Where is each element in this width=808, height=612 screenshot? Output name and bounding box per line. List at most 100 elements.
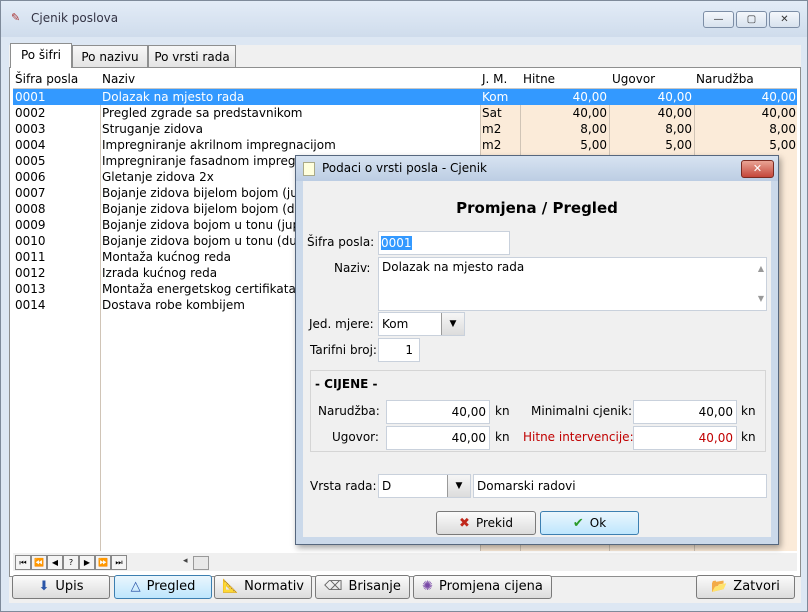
hitne-input[interactable]: 40,00 xyxy=(633,426,737,450)
header-ugovor[interactable]: Ugovor xyxy=(612,72,655,86)
jm-label: Jed. mjere: xyxy=(309,317,374,331)
vrsta-description: Domarski radovi xyxy=(473,474,767,498)
cell-sifra: 0002 xyxy=(15,106,46,120)
dialog-title-bar: Podaci o vrsti posla - Cjenik ✕ xyxy=(296,156,778,181)
header-naziv[interactable]: Naziv xyxy=(102,72,135,86)
dialog-close-button[interactable]: ✕ xyxy=(741,160,774,178)
scroll-thumb[interactable] xyxy=(193,556,209,570)
minimalni-input[interactable]: 40,00 xyxy=(633,400,737,424)
first-record-button[interactable]: ⏮ xyxy=(15,555,31,570)
ok-button[interactable]: ✔ Ok xyxy=(540,511,639,535)
table-row[interactable]: 0001 Dolazak na mjesto rada Kom 40,00 40,00 4… xyxy=(13,89,797,105)
cell-sifra: 0005 xyxy=(15,154,46,168)
ugovor-unit: kn xyxy=(495,430,510,444)
cell-narudzba: 40,00 xyxy=(761,90,796,104)
cijene-heading: - CIJENE - xyxy=(315,377,378,391)
vrsta-combobox[interactable]: D ▼ xyxy=(378,474,471,498)
cell-ugovor: 8,00 xyxy=(665,122,692,136)
horizontal-scrollbar[interactable]: ◂ xyxy=(183,556,793,570)
jm-combobox[interactable]: Kom ▼ xyxy=(378,312,465,336)
tab-po-vrsti-rada[interactable]: Po vrsti rada xyxy=(148,45,236,68)
check-icon: ✔ xyxy=(572,516,584,531)
pregled-button[interactable]: △ Pregled xyxy=(114,575,212,599)
cell-jm: m2 xyxy=(482,138,502,152)
ugovor-label: Ugovor: xyxy=(332,430,379,444)
prev-page-button[interactable]: ⏪ xyxy=(31,555,47,570)
arrow-down-icon: ⬇ xyxy=(38,579,50,594)
ugovor-input[interactable]: 40,00 xyxy=(386,426,490,450)
tarifni-input[interactable]: 1 xyxy=(378,338,420,362)
prekid-button[interactable]: ✖ Prekid xyxy=(436,511,536,535)
help-button[interactable]: ? xyxy=(63,555,79,570)
last-record-button[interactable]: ⏭ xyxy=(111,555,127,570)
header-hitne[interactable]: Hitne xyxy=(523,72,555,86)
close-button[interactable]: ✕ xyxy=(769,11,800,28)
table-row[interactable]: 0004 Impregniranje akrilnom impregnacijom… xyxy=(13,137,797,153)
next-page-button[interactable]: ⏩ xyxy=(95,555,111,570)
sparkle-icon: ✺ xyxy=(422,579,434,594)
cell-hitne: 5,00 xyxy=(580,138,607,152)
prev-record-button[interactable]: ◀ xyxy=(47,555,63,570)
cell-sifra: 0009 xyxy=(15,218,46,232)
dialog-heading: Promjena / Pregled xyxy=(456,199,618,217)
upis-button[interactable]: ⬇ Upis xyxy=(12,575,110,599)
hitne-unit: kn xyxy=(741,430,756,444)
ugovor-value: 40,00 xyxy=(451,431,486,445)
minimize-button[interactable]: — xyxy=(703,11,734,28)
table-row[interactable]: 0002 Pregled zgrade sa predstavnikom Sat 40… xyxy=(13,105,797,121)
cell-sifra: 0006 xyxy=(15,170,46,184)
cell-naziv: Pregled zgrade sa predstavnikom xyxy=(102,106,303,120)
sifra-input[interactable]: 0001 xyxy=(378,231,510,255)
vrsta-value: D xyxy=(382,479,392,493)
sifra-label: Šifra posla: xyxy=(307,235,375,249)
brisanje-button[interactable]: ⌫ Brisanje xyxy=(315,575,410,599)
normativ-button[interactable]: 📐 Normativ xyxy=(214,575,312,599)
minimalni-unit: kn xyxy=(741,404,756,418)
document-icon xyxy=(303,162,315,176)
scroll-up-icon[interactable]: ▲ xyxy=(758,260,764,278)
naziv-value: Dolazak na mjesto rada xyxy=(382,260,525,274)
cell-ugovor: 40,00 xyxy=(657,90,692,104)
eraser-icon: ⌫ xyxy=(324,579,343,594)
narudzba-label: Narudžba: xyxy=(318,404,380,418)
cell-sifra: 0014 xyxy=(15,298,46,312)
app-icon: ✎ xyxy=(11,11,21,24)
cell-naziv: Struganje zidova xyxy=(102,122,204,136)
header-jm[interactable]: J. M. xyxy=(482,72,507,86)
tab-po-nazivu[interactable]: Po nazivu xyxy=(72,45,148,68)
tarifni-value: 1 xyxy=(405,343,413,357)
chevron-down-icon[interactable]: ▼ xyxy=(447,475,470,497)
maximize-button[interactable]: ▢ xyxy=(736,11,767,28)
upis-label: Upis xyxy=(55,579,84,594)
jm-value: Kom xyxy=(382,317,409,331)
cross-icon: ✖ xyxy=(459,516,470,531)
pregled-label: Pregled xyxy=(146,579,196,594)
cell-naziv: Dolazak na mjesto rada xyxy=(102,90,245,104)
narudzba-input[interactable]: 40,00 xyxy=(386,400,490,424)
cell-sifra: 0012 xyxy=(15,266,46,280)
table-row[interactable]: 0003 Struganje zidova m2 8,00 8,00 8,00 xyxy=(13,121,797,137)
zatvori-button[interactable]: 📂 Zatvori xyxy=(696,575,795,599)
scroll-down-icon[interactable]: ▼ xyxy=(758,290,764,308)
cell-jm: Sat xyxy=(482,106,502,120)
cell-sifra: 0013 xyxy=(15,282,46,296)
hitne-value: 40,00 xyxy=(698,431,733,445)
navigator: ⏮ ⏪ ◀ ? ▶ ⏩ ⏭ ◂ xyxy=(13,553,797,571)
header-narudzba[interactable]: Narudžba xyxy=(696,72,754,86)
cell-ugovor: 40,00 xyxy=(657,106,692,120)
promjena-cijena-button[interactable]: ✺ Promjena cijena xyxy=(413,575,552,599)
vrsta-label: Vrsta rada: xyxy=(310,479,377,493)
naziv-label: Naziv: xyxy=(334,261,371,275)
job-dialog: Podaci o vrsti posla - Cjenik ✕ Promjena… xyxy=(295,155,779,545)
ruler-icon: 📐 xyxy=(221,579,239,594)
next-record-button[interactable]: ▶ xyxy=(79,555,95,570)
chevron-down-icon[interactable]: ▼ xyxy=(441,313,464,335)
naziv-input[interactable]: Dolazak na mjesto rada ▲ ▼ xyxy=(378,257,767,311)
promjena-cijena-label: Promjena cijena xyxy=(439,579,543,594)
tab-po-sifri[interactable]: Po šifri xyxy=(10,43,72,68)
scroll-left-icon[interactable]: ◂ xyxy=(183,556,188,566)
tarifni-label: Tarifni broj: xyxy=(310,343,377,357)
header-sifra[interactable]: Šifra posla xyxy=(15,72,97,86)
brisanje-label: Brisanje xyxy=(348,579,401,594)
cell-hitne: 40,00 xyxy=(572,90,607,104)
